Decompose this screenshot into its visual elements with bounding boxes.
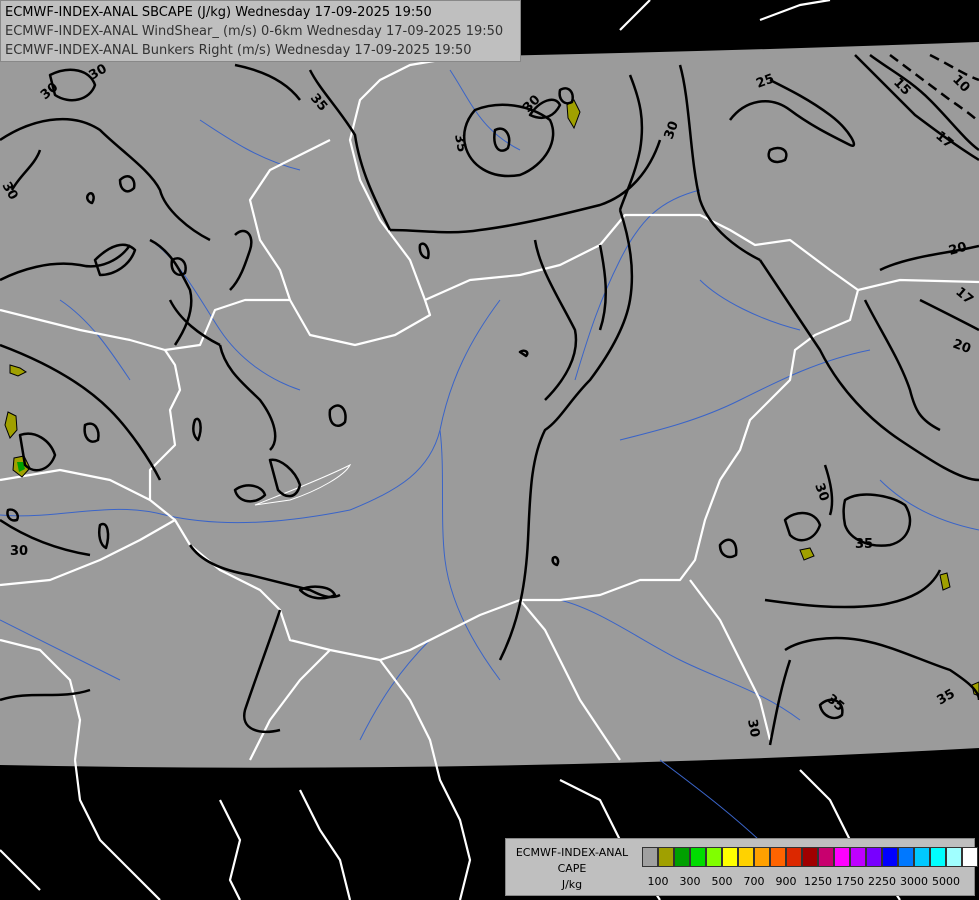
- legend-tick-label: 1250: [804, 875, 832, 888]
- legend-swatch: [962, 847, 978, 867]
- legend-title: ECMWF-INDEX-ANAL CAPE J/kg: [506, 845, 638, 893]
- legend-swatch: [946, 847, 962, 867]
- legend-ticks: 100 300 500 700 900 1250 1750 2250 3000 5000: [642, 875, 972, 889]
- legend-swatch: [802, 847, 818, 867]
- legend-swatch: [914, 847, 930, 867]
- legend-swatch: [674, 847, 690, 867]
- legend-swatch: [706, 847, 722, 867]
- legend-tick-label: 3000: [900, 875, 928, 888]
- legend-swatch: [898, 847, 914, 867]
- contour-label: 35: [451, 133, 469, 153]
- contour-label: 30: [10, 544, 28, 559]
- legend-tick-label: 5000: [932, 875, 960, 888]
- legend-tick-label: 500: [711, 875, 733, 888]
- legend-model: ECMWF-INDEX-ANAL: [515, 846, 629, 859]
- cape-legend: ECMWF-INDEX-ANAL CAPE J/kg 100 300 500 700 9…: [505, 838, 978, 896]
- legend-tick-label: 1750: [836, 875, 864, 888]
- legend-swatch: [834, 847, 850, 867]
- contour-label: 35: [855, 537, 873, 552]
- legend-swatch: [930, 847, 946, 867]
- title-bunkers: ECMWF-INDEX-ANAL Bunkers Right (m/s) Wed…: [5, 43, 472, 58]
- legend-swatch: [866, 847, 882, 867]
- legend-swatch: [642, 847, 658, 867]
- legend-swatch: [690, 847, 706, 867]
- contour-label: 30: [744, 718, 762, 738]
- cape-windshear-map: 30 35 30 25 15 10 17 30 30 35 20 17 20 3…: [0, 0, 979, 900]
- model-domain: [0, 42, 979, 768]
- map-title-box: ECMWF-INDEX-ANAL SBCAPE (J/kg) Wednesday…: [0, 0, 521, 62]
- legend-swatch: [738, 847, 754, 867]
- legend-swatch: [882, 847, 898, 867]
- legend-swatch: [754, 847, 770, 867]
- legend-swatch: [818, 847, 834, 867]
- legend-tick-label: 900: [775, 875, 797, 888]
- legend-variable: CAPE: [557, 862, 587, 875]
- legend-swatch: [658, 847, 674, 867]
- legend-tick-label: 700: [743, 875, 765, 888]
- legend-swatches: [642, 847, 978, 867]
- title-sbcape: ECMWF-INDEX-ANAL SBCAPE (J/kg) Wednesday…: [5, 5, 432, 20]
- legend-unit: J/kg: [561, 878, 583, 891]
- legend-swatch: [786, 847, 802, 867]
- legend-tick-label: 100: [647, 875, 669, 888]
- legend-swatch: [850, 847, 866, 867]
- title-windshear: ECMWF-INDEX-ANAL WindShear_ (m/s) 0-6km …: [5, 24, 504, 39]
- legend-swatch: [722, 847, 738, 867]
- legend-tick-label: 300: [679, 875, 701, 888]
- legend-tick-label: 2250: [868, 875, 896, 888]
- legend-swatch: [770, 847, 786, 867]
